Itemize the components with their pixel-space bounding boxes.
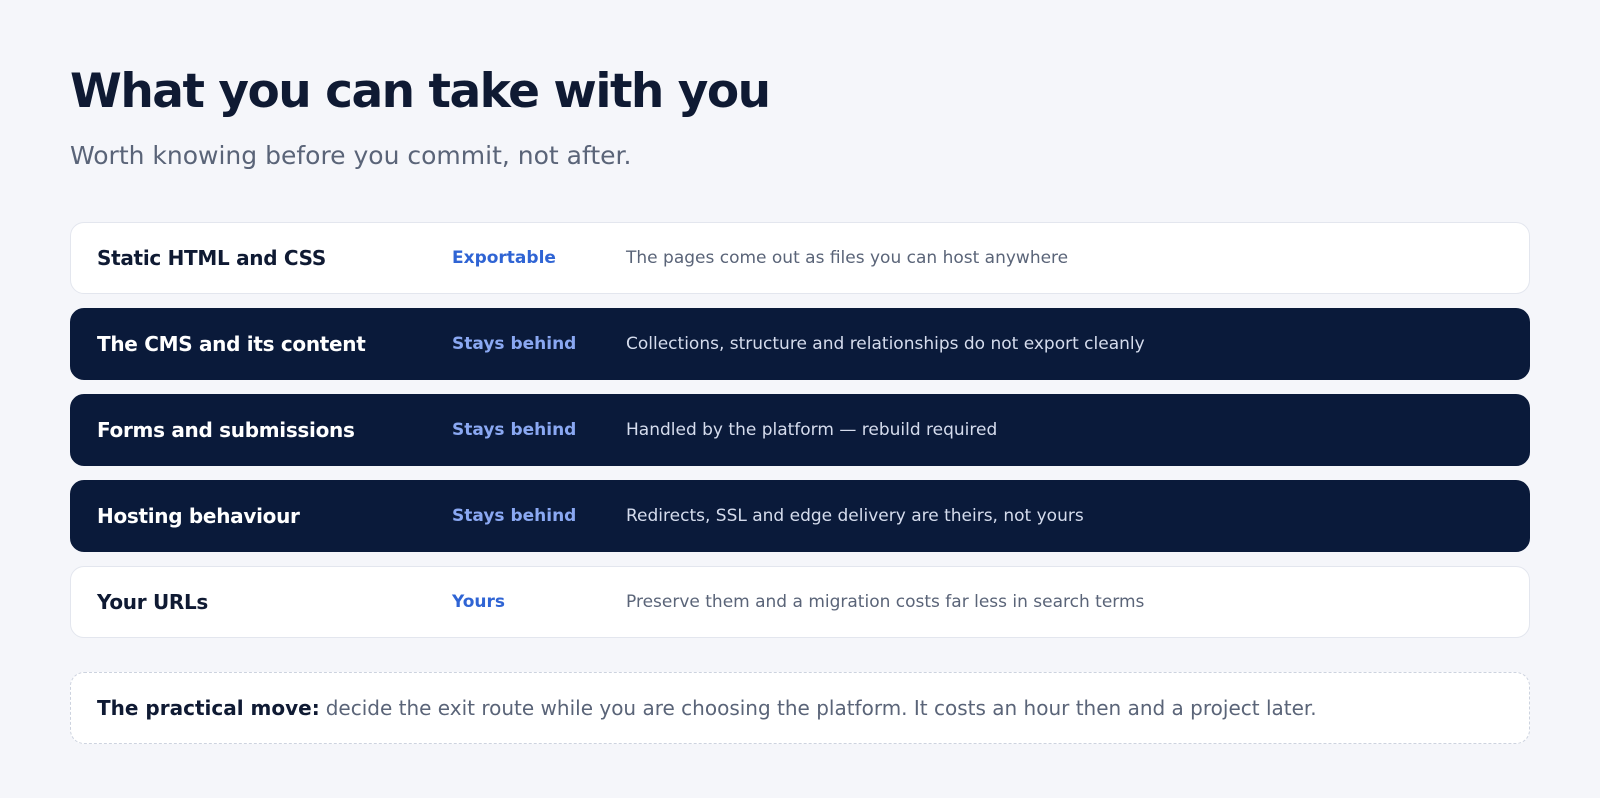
item-status: Stays behind	[452, 506, 577, 526]
item-name: Static HTML and CSS	[97, 246, 326, 270]
item-description: Handled by the platform — rebuild requir…	[626, 420, 998, 440]
comparison-list: Static HTML and CSS Exportable The pages…	[70, 222, 1530, 652]
list-item-static-html: Static HTML and CSS Exportable The pages…	[70, 222, 1530, 294]
item-name: Forms and submissions	[97, 418, 355, 442]
item-description: Redirects, SSL and edge delivery are the…	[626, 506, 1084, 526]
page-subtitle: Worth knowing before you commit, not aft…	[70, 141, 632, 170]
item-name: The CMS and its content	[97, 332, 366, 356]
page: What you can take with you Worth knowing…	[0, 0, 1600, 798]
item-description: Preserve them and a migration costs far …	[626, 592, 1145, 612]
item-status: Stays behind	[452, 420, 577, 440]
item-status: Stays behind	[452, 334, 577, 354]
page-title: What you can take with you	[70, 64, 771, 119]
item-name: Your URLs	[97, 590, 209, 614]
item-description: The pages come out as files you can host…	[626, 248, 1069, 268]
list-item-urls: Your URLs Yours Preserve them and a migr…	[70, 566, 1530, 638]
list-item-forms: Forms and submissions Stays behind Handl…	[70, 394, 1530, 466]
list-item-cms: The CMS and its content Stays behind Col…	[70, 308, 1530, 380]
note-label: The practical move:	[97, 696, 320, 720]
item-status: Exportable	[452, 248, 556, 268]
practical-note: The practical move: decide the exit rout…	[70, 672, 1530, 744]
list-item-hosting: Hosting behaviour Stays behind Redirects…	[70, 480, 1530, 552]
item-status: Yours	[452, 592, 506, 612]
note-text: decide the exit route while you are choo…	[325, 696, 1317, 720]
item-name: Hosting behaviour	[97, 504, 300, 528]
item-description: Collections, structure and relationships…	[626, 334, 1145, 354]
